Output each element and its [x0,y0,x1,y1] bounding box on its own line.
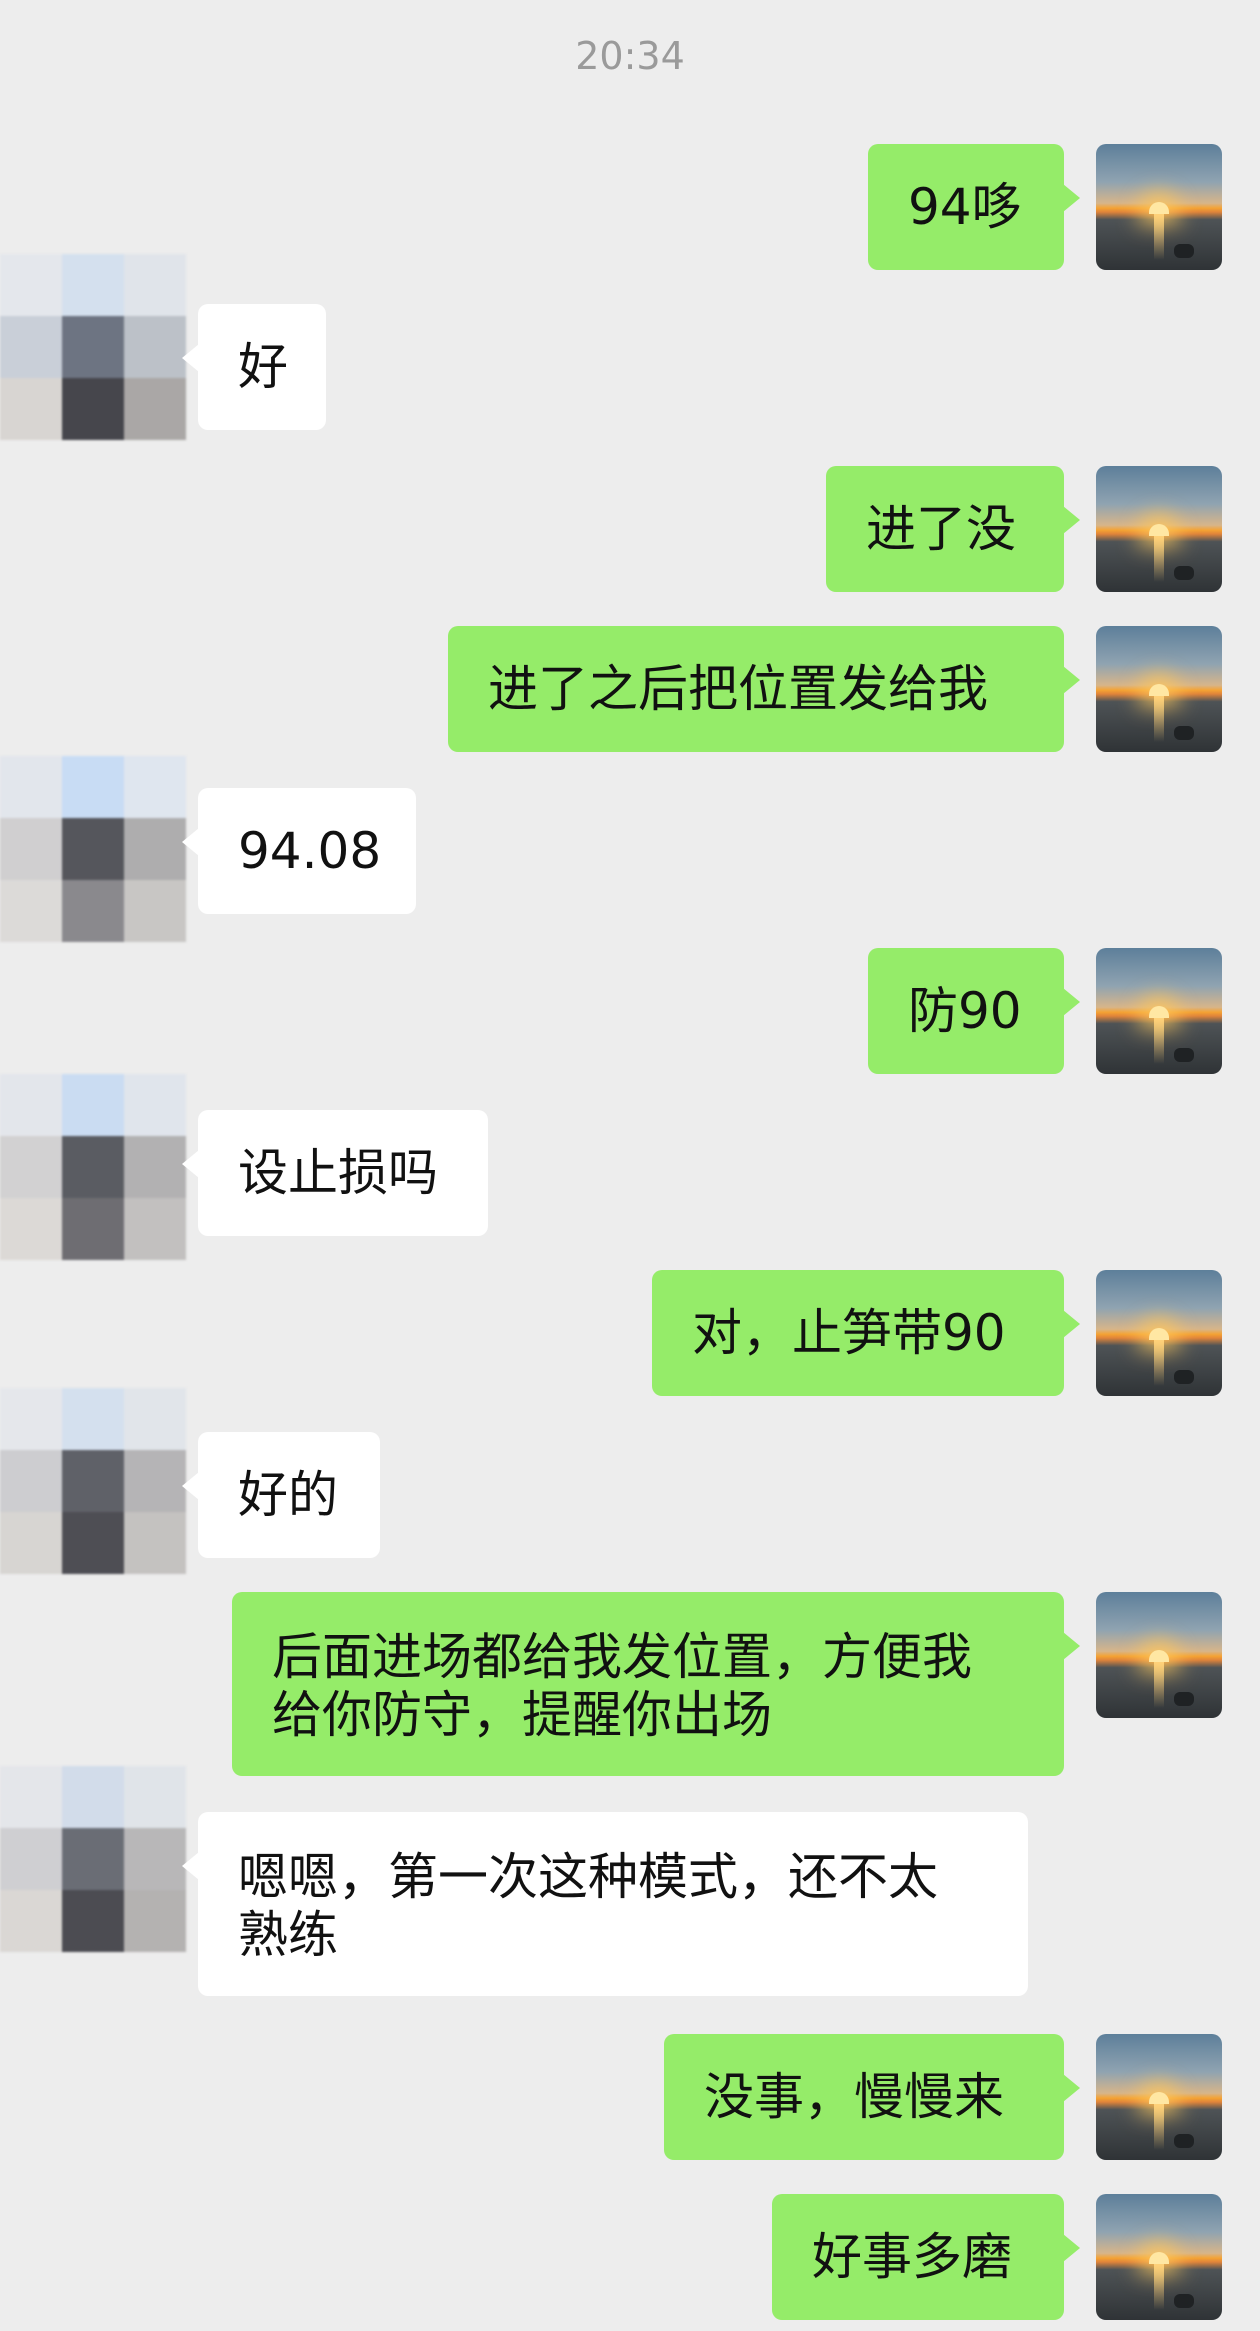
contact-avatar[interactable] [0,756,186,942]
my-avatar[interactable] [1096,466,1222,592]
contact-avatar[interactable] [0,1074,186,1260]
message-bubble-sent[interactable]: 防90 [868,948,1080,1074]
message-bubble-sent[interactable]: 进了没 [826,466,1080,592]
message-bubble-sent[interactable]: 对，止笋带90 [652,1270,1080,1396]
message-bubble-received[interactable]: 好的 [182,1432,380,1558]
message-bubble-received[interactable]: 嗯嗯，第一次这种模式，还不太 熟练 [182,1812,1028,1996]
message-bubble-sent[interactable]: 没事，慢慢来 [664,2034,1080,2160]
chat-timestamp: 20:34 [575,34,685,78]
my-avatar[interactable] [1096,2034,1222,2160]
message-bubble-sent[interactable]: 后面进场都给我发位置，方便我 给你防守，提醒你出场 [232,1592,1080,1776]
message-bubble-received[interactable]: 94.08 [182,788,416,914]
contact-avatar[interactable] [0,1388,186,1574]
my-avatar[interactable] [1096,1270,1222,1396]
contact-avatar[interactable] [0,1766,186,1952]
message-bubble-sent[interactable]: 好事多磨 [772,2194,1080,2320]
message-bubble-received[interactable]: 设止损吗 [182,1110,488,1236]
contact-avatar[interactable] [0,254,186,440]
my-avatar[interactable] [1096,144,1222,270]
my-avatar[interactable] [1096,948,1222,1074]
message-bubble-received[interactable]: 好 [182,304,326,430]
message-bubble-sent[interactable]: 94哆 [868,144,1080,270]
my-avatar[interactable] [1096,2194,1222,2320]
my-avatar[interactable] [1096,1592,1222,1718]
my-avatar[interactable] [1096,626,1222,752]
message-bubble-sent[interactable]: 进了之后把位置发给我 [448,626,1080,752]
